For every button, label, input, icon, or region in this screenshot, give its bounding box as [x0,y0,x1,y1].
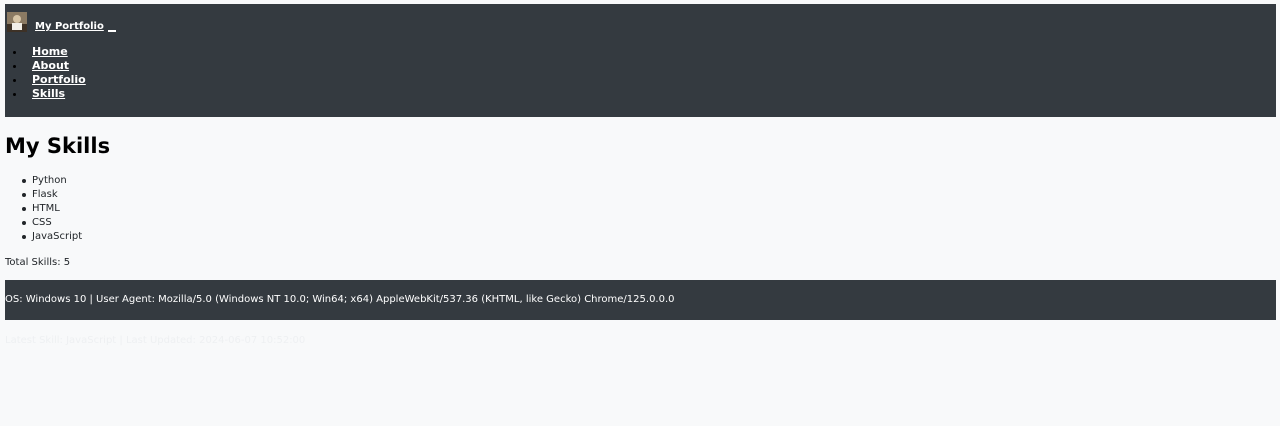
skill-item-javascript: JavaScript [22,230,1276,244]
brand-link[interactable]: My Portfolio [7,11,116,33]
nav-link-portfolio[interactable]: Portfolio [32,73,86,86]
nav-link-about[interactable]: About [32,59,69,72]
brand-text[interactable]: My Portfolio [35,21,104,32]
system-info-bar: OS: Windows 10 | User Agent: Mozilla/5.0… [5,280,1276,320]
skill-item-python: Python [22,174,1276,188]
footer-note: Latest Skill: JavaScript | Last Updated:… [5,335,306,346]
top-navbar: My Portfolio Home About Portfolio Skills [5,4,1276,117]
system-info-text: OS: Windows 10 | User Agent: Mozilla/5.0… [5,294,675,305]
nav-item-home: Home [13,45,86,59]
skill-item-css: CSS [22,216,1276,230]
brand-underline-mark [107,30,116,32]
total-skills-text: Total Skills: 5 [5,257,71,268]
nav-menu: Home About Portfolio Skills [13,45,86,101]
nav-link-skills[interactable]: Skills [32,87,65,100]
skills-list: Python Flask HTML CSS JavaScript [5,174,1276,244]
page-title: My Skills [5,134,111,158]
skill-item-html: HTML [22,202,1276,216]
main-content: My Skills Python Flask HTML CSS JavaScri… [5,132,1276,268]
profile-photo-icon [7,12,27,32]
nav-item-portfolio: Portfolio [13,73,86,87]
nav-item-about: About [13,59,86,73]
nav-item-skills: Skills [13,87,86,101]
nav-link-home[interactable]: Home [32,45,68,58]
skill-item-flask: Flask [22,188,1276,202]
